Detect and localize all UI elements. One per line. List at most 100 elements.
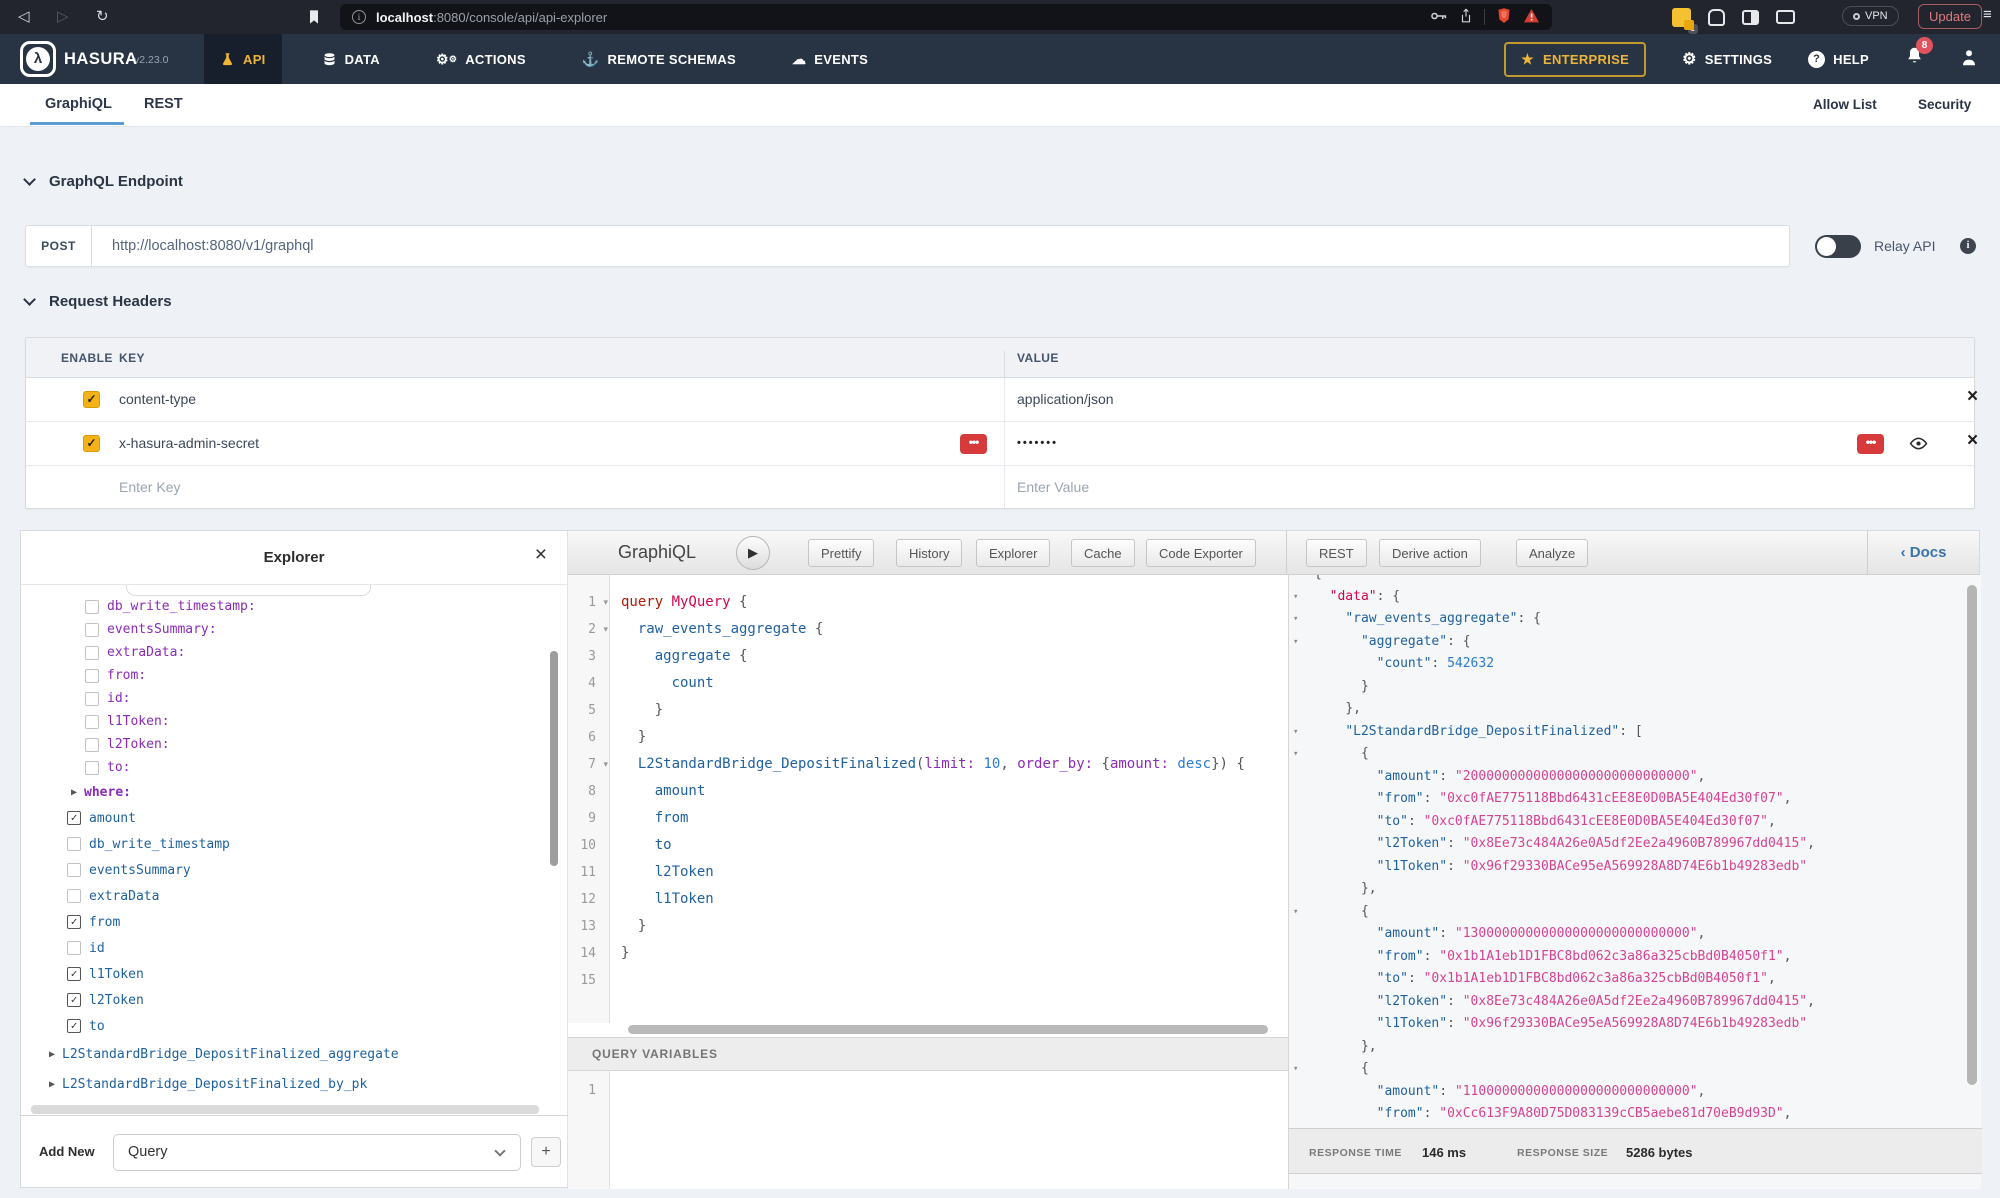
sidebar-toggle-icon[interactable] [1742, 10, 1759, 25]
share-icon[interactable] [1459, 8, 1473, 27]
browser-menu-icon[interactable]: ≡ [1983, 6, 1992, 23]
fold-icon[interactable]: ▾ [1293, 743, 1298, 766]
explorer-item-eventsSummary[interactable]: eventsSummary [67, 857, 191, 883]
settings-button[interactable]: ⚙SETTINGS [1682, 49, 1772, 69]
nav-item-data[interactable]: DATA [306, 34, 396, 84]
field-checkbox[interactable] [85, 692, 99, 706]
explorer-item-to[interactable]: to: [85, 756, 130, 779]
notes-extension-icon[interactable]: 1 [1672, 8, 1691, 27]
add-operation-button[interactable]: + [531, 1137, 561, 1167]
relay-info-icon[interactable]: i [1960, 238, 1976, 254]
wallet-extension-icon[interactable] [1776, 10, 1795, 24]
explorer-item-where[interactable]: ▶where: [71, 779, 131, 805]
field-checkbox[interactable] [67, 837, 81, 851]
query-variables-editor[interactable]: 1 [568, 1071, 1288, 1189]
address-bar[interactable]: i localhost:8080/console/api/api-explore… [340, 4, 1552, 30]
endpoint-url-input[interactable]: http://localhost:8080/v1/graphql [92, 238, 314, 254]
fold-icon[interactable]: ▾ [1293, 721, 1298, 744]
explorer-item-l1Token[interactable]: ✓l1Token [67, 961, 144, 987]
toolbar-button-rest[interactable]: REST [1306, 539, 1367, 567]
expand-arrow-icon[interactable]: ▶ [49, 1049, 55, 1060]
nav-item-actions[interactable]: ⚙⚙ACTIONS [420, 34, 542, 84]
nav-item-remote-schemas[interactable]: ⚓REMOTE SCHEMAS [566, 34, 752, 84]
expand-arrow-icon[interactable]: ▶ [49, 1079, 55, 1090]
fold-icon[interactable]: ▾ [1293, 631, 1298, 654]
docs-button[interactable]: ‹ Docs [1867, 531, 1979, 574]
field-checkbox[interactable] [85, 738, 99, 752]
field-checkbox[interactable]: ✓ [67, 993, 81, 1007]
browser-update-button[interactable]: Update [1918, 4, 1982, 29]
nav-item-api[interactable]: API [204, 34, 282, 84]
new-key-input[interactable]: Enter Key [119, 479, 180, 495]
tab-graphiql[interactable]: GraphiQL [45, 84, 112, 124]
expand-arrow-icon[interactable]: ▶ [71, 787, 77, 798]
explorer-item-l2Token[interactable]: l2Token: [85, 733, 170, 756]
field-checkbox[interactable] [85, 715, 99, 729]
onepassword-fill-icon[interactable]: ••• [1857, 434, 1884, 454]
toolbar-button-prettify[interactable]: Prettify [808, 539, 874, 567]
explorer-item-L2StandardBridge_DepositFinalized_by_pk[interactable]: ▶L2StandardBridge_DepositFinalized_by_pk [49, 1069, 367, 1099]
security-link[interactable]: Security [1918, 84, 1971, 126]
hasura-logo-icon[interactable]: λ [20, 41, 56, 77]
allow-list-link[interactable]: Allow List [1813, 84, 1877, 126]
remove-header-icon[interactable]: × [1967, 430, 1978, 452]
warning-icon[interactable] [1523, 8, 1540, 26]
nav-item-events[interactable]: ☁EVENTS [776, 34, 884, 84]
browser-forward-icon[interactable]: ▷ [57, 7, 69, 25]
explorer-item-l1Token[interactable]: l1Token: [85, 710, 170, 733]
site-info-icon[interactable]: i [352, 10, 366, 24]
field-checkbox[interactable]: ✓ [67, 915, 81, 929]
editor-horizontal-scrollbar[interactable] [628, 1025, 1268, 1034]
field-checkbox[interactable] [67, 889, 81, 903]
field-checkbox[interactable]: ✓ [67, 1019, 81, 1033]
explorer-item-l2Token[interactable]: ✓l2Token [67, 987, 144, 1013]
explorer-item-L2StandardBridge_DepositFinalized_aggregate[interactable]: ▶L2StandardBridge_DepositFinalized_aggre… [49, 1039, 399, 1069]
field-checkbox[interactable] [85, 669, 99, 683]
enterprise-button[interactable]: ★ENTERPRISE [1504, 42, 1646, 77]
bookmark-icon[interactable] [306, 8, 322, 31]
response-scrollbar[interactable] [1967, 585, 1977, 1085]
explorer-item-amount[interactable]: ✓amount [67, 805, 136, 831]
header-key[interactable]: content-type [119, 391, 196, 407]
graphql-endpoint-section-header[interactable]: GraphQL Endpoint [25, 170, 183, 192]
help-button[interactable]: ?HELP [1808, 51, 1869, 68]
explorer-item-eventsSummary[interactable]: eventsSummary: [85, 618, 217, 641]
toolbar-button-explorer[interactable]: Explorer [976, 539, 1050, 567]
fold-icon[interactable]: ▾ [1293, 586, 1298, 609]
execute-query-button[interactable]: ▶ [736, 536, 770, 570]
tab-rest[interactable]: REST [144, 84, 183, 124]
field-checkbox[interactable] [85, 761, 99, 775]
explorer-item-from[interactable]: from: [85, 664, 146, 687]
enable-checkbox[interactable]: ✓ [83, 435, 100, 452]
toolbar-button-cache[interactable]: Cache [1071, 539, 1135, 567]
explorer-item-id[interactable]: id: [85, 687, 130, 710]
notifications-button[interactable]: 8 [1905, 46, 1924, 72]
browser-back-icon[interactable]: ◁ [18, 7, 30, 25]
toolbar-button-analyze[interactable]: Analyze [1516, 539, 1588, 567]
fold-icon[interactable]: ▾ [1293, 1058, 1298, 1081]
field-checkbox[interactable] [85, 600, 99, 614]
close-explorer-icon[interactable]: × [535, 543, 547, 567]
toolbar-button-code-exporter[interactable]: Code Exporter [1146, 539, 1256, 567]
field-checkbox[interactable] [85, 623, 99, 637]
explorer-item-to[interactable]: ✓to [67, 1013, 105, 1039]
response-viewer[interactable]: {▾ "data": {▾ "raw_events_aggregate": {▾… [1289, 575, 1982, 1128]
explorer-item-id[interactable]: id [67, 935, 105, 961]
fold-icon[interactable]: ▾ [1293, 608, 1298, 631]
enable-checkbox[interactable]: ✓ [83, 391, 100, 408]
field-checkbox[interactable]: ✓ [67, 967, 81, 981]
add-new-operation-select[interactable]: Query [113, 1134, 521, 1171]
explorer-item-db_write_timestamp[interactable]: db_write_timestamp [67, 831, 230, 857]
field-checkbox[interactable]: ✓ [67, 811, 81, 825]
brave-shield-icon[interactable] [1496, 7, 1512, 27]
reveal-value-icon[interactable] [1909, 436, 1928, 454]
account-button[interactable] [1960, 47, 1978, 72]
explorer-item-extraData[interactable]: extraData [67, 883, 159, 909]
header-value-masked[interactable]: ••••••• [1017, 437, 1058, 449]
explorer-item-db_write_timestamp[interactable]: db_write_timestamp: [85, 595, 256, 618]
fold-icon[interactable]: ▾ [1293, 901, 1298, 924]
header-value[interactable]: application/json [1017, 391, 1114, 407]
key-icon[interactable] [1430, 9, 1448, 26]
field-checkbox[interactable] [67, 863, 81, 877]
onepassword-fill-icon[interactable]: ••• [960, 434, 987, 454]
